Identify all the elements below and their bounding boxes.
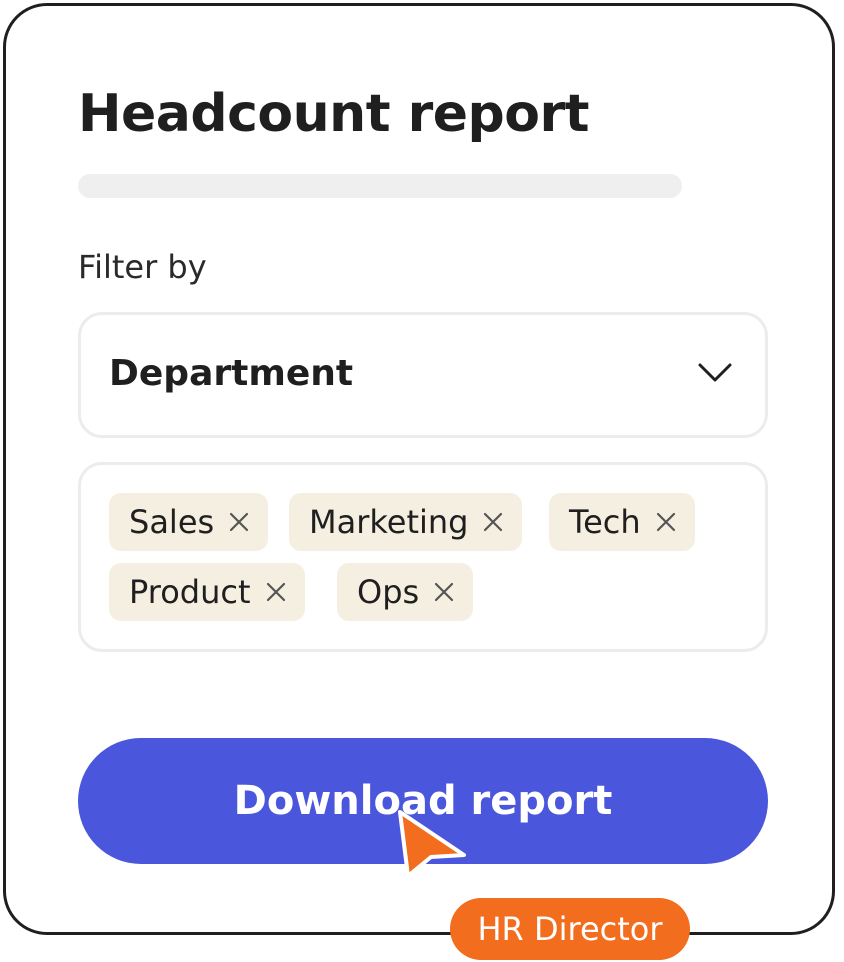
chevron-down-icon bbox=[697, 361, 733, 385]
tag-sales[interactable]: Sales bbox=[109, 493, 269, 551]
loading-placeholder-bar bbox=[78, 174, 682, 198]
close-icon[interactable] bbox=[265, 581, 287, 603]
mouse-pointer-icon bbox=[388, 800, 478, 890]
tag-label: Product bbox=[129, 573, 251, 611]
close-icon[interactable] bbox=[433, 581, 455, 603]
filter-label: Filter by bbox=[78, 248, 207, 286]
close-icon[interactable] bbox=[228, 511, 250, 533]
tag-label: Tech bbox=[569, 503, 641, 541]
tag-ops[interactable]: Ops bbox=[337, 563, 474, 621]
select-value: Department bbox=[109, 353, 354, 394]
department-select[interactable]: Department bbox=[78, 312, 768, 438]
role-badge: HR Director bbox=[450, 898, 690, 960]
tag-label: Ops bbox=[357, 573, 420, 611]
tag-label: Marketing bbox=[309, 503, 469, 541]
selected-tags-box: Sales Marketing Tech Product Ops bbox=[78, 462, 768, 652]
tag-product[interactable]: Product bbox=[109, 563, 305, 621]
close-icon[interactable] bbox=[482, 511, 504, 533]
page-title: Headcount report bbox=[78, 84, 590, 144]
close-icon[interactable] bbox=[655, 511, 677, 533]
tag-tech[interactable]: Tech bbox=[549, 493, 695, 551]
tag-marketing[interactable]: Marketing bbox=[289, 493, 523, 551]
tag-label: Sales bbox=[129, 503, 215, 541]
